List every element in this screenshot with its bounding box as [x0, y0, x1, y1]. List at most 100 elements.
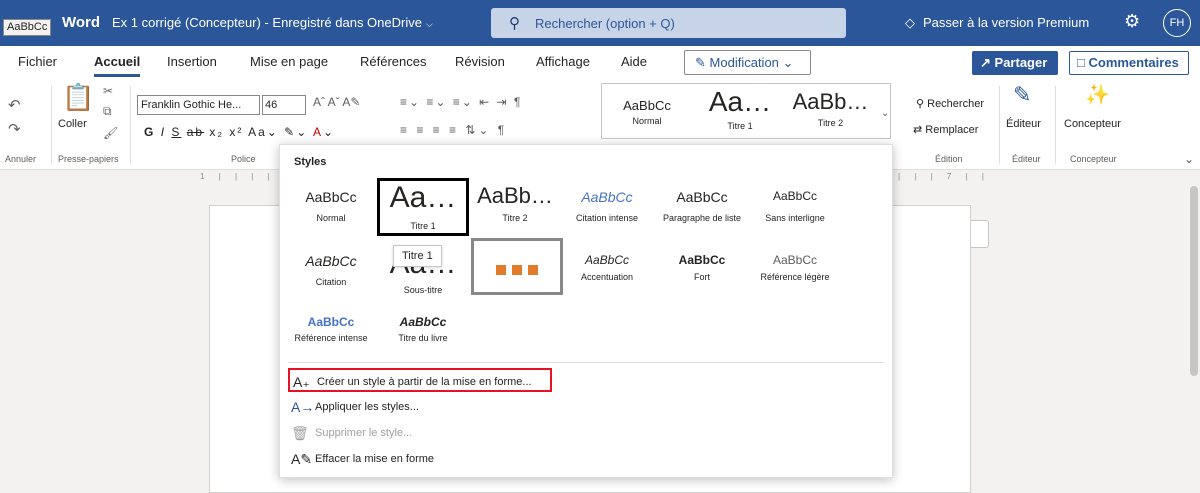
- app-name[interactable]: Word: [62, 14, 100, 31]
- tab-mise-en-page[interactable]: Mise en page: [250, 54, 328, 69]
- redo-icon[interactable]: ↷: [8, 120, 21, 138]
- find-button[interactable]: ⚲ Rechercher: [916, 97, 984, 110]
- chevron-down-icon: ⌵: [425, 19, 433, 29]
- delete-style-menu-item[interactable]: 🗑 Supprimer le style...: [288, 421, 548, 445]
- tab-revision[interactable]: Révision: [455, 54, 505, 69]
- divider: [999, 86, 1000, 164]
- designer-label[interactable]: Concepteur: [1064, 118, 1121, 130]
- search-box[interactable]: ⚲ Rechercher (option + Q): [491, 8, 846, 38]
- style-sans-interligne[interactable]: AaBbCc Sans interligne: [749, 181, 841, 245]
- style-gallery[interactable]: AaBbCc Normal Aa… Titre 1 AaBb… Titre 2: [601, 83, 891, 139]
- apply-styles-icon: A→: [291, 399, 315, 415]
- style-citation[interactable]: AaBbCc Citation: [285, 245, 377, 309]
- editor-icon[interactable]: ✎: [1013, 82, 1031, 108]
- style-sample: AaBb…: [792, 89, 869, 114]
- style-label: Normal: [632, 116, 662, 126]
- group-label-undo: Annuler: [5, 154, 37, 164]
- designer-icon[interactable]: ✨: [1085, 82, 1110, 107]
- scrollbar-thumb[interactable]: [1190, 186, 1198, 376]
- group-label-clipboard: Presse-papiers: [58, 154, 119, 164]
- style-titre1[interactable]: Aa… Titre 1: [377, 178, 469, 236]
- tab-affichage[interactable]: Affichage: [536, 54, 590, 69]
- side-panel-handle[interactable]: [971, 220, 989, 248]
- replace-label: Remplacer: [925, 124, 979, 136]
- clear-formatting-menu-item[interactable]: A✎ Effacer la mise en forme: [288, 447, 548, 471]
- share-label: Partager: [994, 55, 1048, 70]
- style-normal[interactable]: AaBbCc Normal: [285, 181, 377, 245]
- font-name-value: Franklin Gothic He...: [141, 99, 242, 111]
- font-name-dropdown[interactable]: Franklin Gothic He...: [137, 95, 260, 115]
- gallery-style-titre1[interactable]: Aa… Titre 1: [700, 86, 780, 131]
- font-size-value: 46: [265, 99, 278, 111]
- delete-style-label: Supprimer le style...: [315, 427, 413, 439]
- clipboard-icon[interactable]: 📋: [62, 82, 94, 113]
- format-painter-icon[interactable]: 🖌: [103, 126, 118, 140]
- style-citation-intense[interactable]: AaBbCc Citation intense: [561, 181, 653, 245]
- divider: [51, 86, 52, 164]
- font-size-dropdown[interactable]: 46: [262, 95, 306, 115]
- editor-label[interactable]: Éditeur: [1006, 118, 1041, 130]
- style-sample: Aa…: [389, 181, 457, 214]
- create-style-icon: A₊: [293, 374, 310, 390]
- style-label: Sous-titre: [403, 285, 443, 295]
- clear-formatting-icon: A✎: [291, 451, 313, 467]
- paste-label[interactable]: Coller: [58, 118, 87, 130]
- style-more-options[interactable]: [471, 238, 563, 295]
- list-buttons[interactable]: ≡⌄ ≡⌄ ≡⌄ ⇤ ⇥ ¶: [400, 95, 522, 109]
- premium-button[interactable]: ◇ Passer à la version Premium: [905, 15, 1089, 31]
- ruler-ticks-left: 1 | | | |: [200, 172, 276, 181]
- comments-button[interactable]: □ Commentaires: [1069, 51, 1189, 75]
- divider: [1055, 86, 1056, 164]
- style-sample: Aa…: [708, 86, 772, 117]
- create-style-label: Créer un style à partir de la mise en fo…: [317, 376, 532, 388]
- style-fort[interactable]: AaBbCc Fort: [656, 245, 748, 309]
- style-label: Titre 1: [727, 121, 753, 131]
- chevron-down-icon: ⌄: [782, 55, 794, 70]
- avatar[interactable]: FH: [1163, 9, 1191, 37]
- create-style-menu-item[interactable]: A₊ Créer un style à partir de la mise en…: [288, 368, 552, 392]
- style-sample: AaBbCc: [678, 253, 726, 267]
- apply-styles-menu-item[interactable]: A→ Appliquer les styles...: [288, 395, 548, 419]
- tab-references[interactable]: Références: [360, 54, 426, 69]
- undo-icon[interactable]: ↶: [8, 96, 21, 114]
- cut-icon[interactable]: ✂: [103, 84, 113, 98]
- vertical-scrollbar[interactable]: [1188, 186, 1200, 376]
- styles-dropdown: Styles AaBbCc Normal Aa… Titre 1 AaBb… T…: [279, 144, 893, 478]
- editing-mode-button[interactable]: ✎ Modification ⌄: [684, 50, 811, 75]
- alignment-buttons[interactable]: ≡ ≡ ≡ ≡ ⇅⌄ ¶: [400, 123, 507, 137]
- style-sample: AaBbCc: [305, 253, 357, 269]
- editing-mode-label: Modification: [709, 55, 779, 70]
- gear-icon[interactable]: ⚙: [1124, 11, 1140, 32]
- copy-icon[interactable]: ⧉: [103, 104, 112, 119]
- ribbon-collapse-icon[interactable]: ⌄: [1184, 152, 1194, 166]
- replace-button[interactable]: ⇄ Remplacer: [913, 123, 978, 136]
- group-label-designer: Concepteur: [1070, 154, 1117, 164]
- style-accentuation[interactable]: AaBbCc Accentuation: [561, 245, 653, 309]
- share-icon: ↗: [980, 55, 991, 70]
- style-sample: AaBb…: [477, 183, 553, 208]
- tab-aide[interactable]: Aide: [621, 54, 647, 69]
- style-sample: AaBbCc: [772, 189, 818, 203]
- style-sample: AaBbCc: [305, 189, 357, 205]
- search-placeholder: Rechercher (option + Q): [535, 16, 675, 31]
- gallery-expand-icon[interactable]: ⌄: [881, 108, 889, 119]
- divider: [130, 86, 131, 164]
- document-title[interactable]: Ex 1 corrigé (Concepteur) - Enregistré d…: [112, 15, 433, 30]
- style-reference-legere[interactable]: AaBbCc Référence légère: [749, 245, 841, 309]
- share-button[interactable]: ↗ Partager: [972, 51, 1058, 75]
- gallery-style-titre2[interactable]: AaBb… Titre 2: [788, 89, 873, 128]
- font-grow-shrink-icons[interactable]: Aˆ Aˇ A​✎: [313, 95, 360, 109]
- style-paragraphe-de-liste[interactable]: AaBbCc Paragraphe de liste: [656, 181, 748, 245]
- style-label: Sans interligne: [765, 213, 825, 223]
- gallery-style-normal[interactable]: AaBbCc Normal: [612, 98, 682, 126]
- ribbon-tabs: Fichier Accueil Insertion Mise en page R…: [0, 46, 1200, 78]
- replace-icon: ⇄: [913, 124, 923, 136]
- pencil-icon: ✎: [695, 55, 706, 70]
- format-buttons[interactable]: G I S ab x₂ x² Aa⌄ ✎⌄ A⌄: [144, 125, 335, 139]
- trash-icon: 🗑: [291, 425, 309, 441]
- style-titre2[interactable]: AaBb… Titre 2: [469, 181, 561, 245]
- tab-insertion[interactable]: Insertion: [167, 54, 217, 69]
- tab-accueil[interactable]: Accueil: [94, 54, 141, 77]
- tab-fichier[interactable]: Fichier: [18, 54, 57, 69]
- style-label: Titre du livre: [398, 333, 448, 343]
